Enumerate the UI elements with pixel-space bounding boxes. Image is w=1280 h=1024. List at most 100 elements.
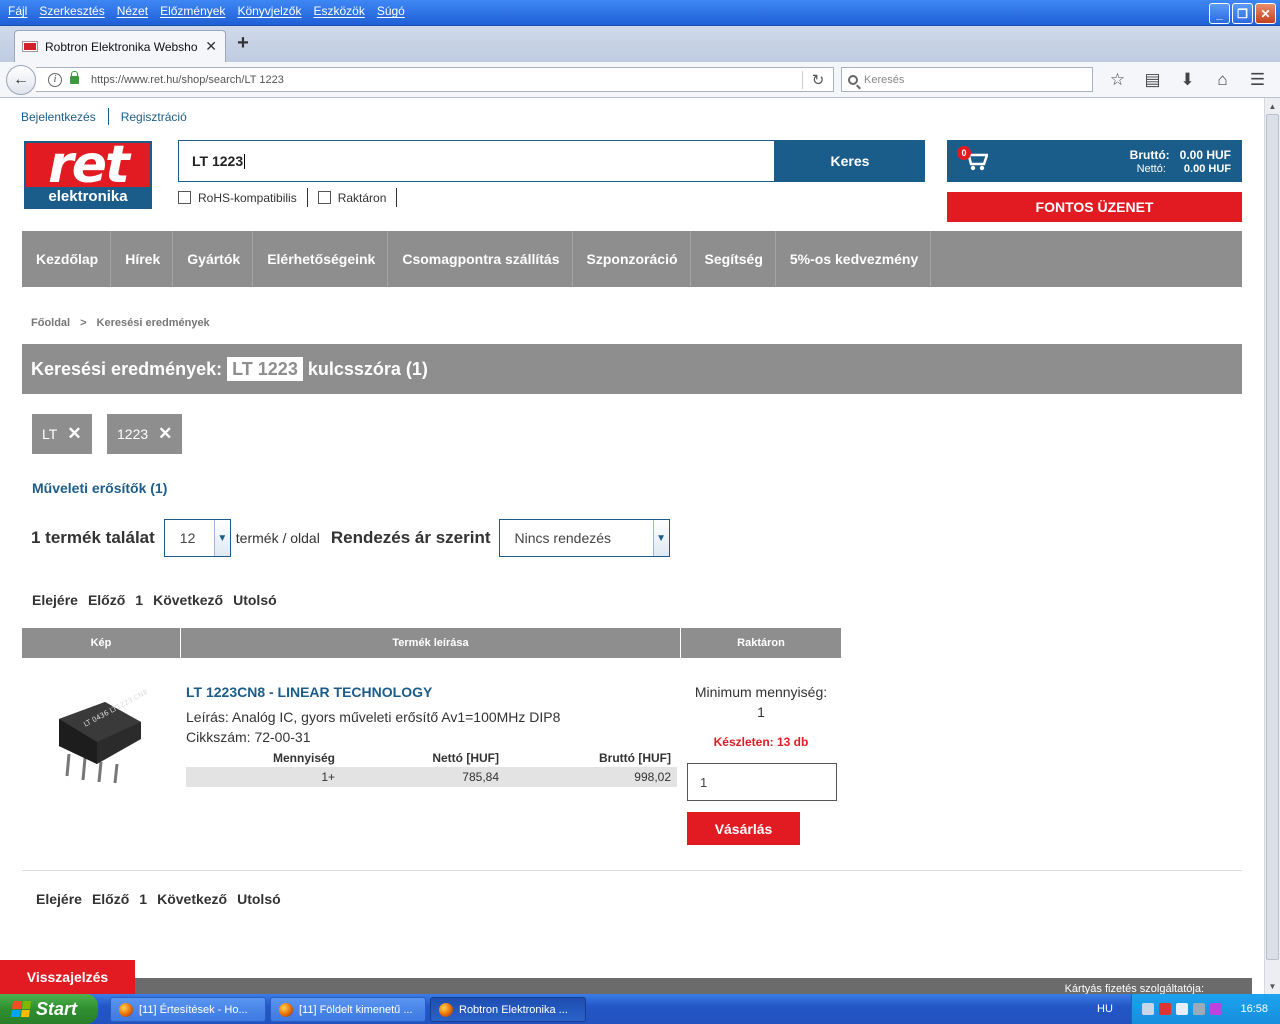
browser-search-input[interactable]: Keresés — [841, 67, 1093, 92]
taskbar-item[interactable]: [11] Értesítések - Ho... — [110, 997, 266, 1022]
pager-next[interactable]: Következő — [153, 592, 223, 608]
windows-taskbar: Start [11] Értesítések - Ho... [11] Föld… — [0, 994, 1280, 1024]
link-divider — [107, 108, 109, 125]
login-link[interactable]: Bejelentkezés — [21, 110, 96, 124]
restore-icon[interactable]: ❐ — [1232, 3, 1253, 24]
scroll-up-icon[interactable]: ▲ — [1265, 98, 1280, 114]
cart-net-value: 0.00 HUF — [1183, 163, 1231, 175]
search-button[interactable]: Keres — [775, 140, 925, 182]
per-page-select[interactable]: 12 ▼ — [163, 519, 231, 557]
device-icon[interactable] — [1193, 1003, 1205, 1015]
page-scrollbar[interactable]: ▲ ▼ — [1264, 98, 1280, 994]
nav-parcel-shipping[interactable]: Csomagpontra szállítás — [388, 231, 573, 287]
main-navigation: Kezdőlap Hírek Gyártók Elérhetőségeink C… — [22, 231, 1242, 287]
menu-history[interactable]: Előzmények — [154, 2, 231, 20]
pager-prev[interactable]: Előző — [88, 592, 125, 608]
search-icon — [848, 74, 858, 85]
site-logo[interactable]: ret elektronika — [24, 139, 152, 209]
pager-prev[interactable]: Előző — [92, 891, 129, 907]
system-tray: 16:58 — [1131, 994, 1280, 1024]
network-icon[interactable] — [1142, 1003, 1154, 1015]
app-tray-icon[interactable] — [1210, 1003, 1222, 1015]
back-icon[interactable]: ← — [6, 65, 36, 95]
logo-text: ret — [26, 139, 150, 191]
cart-net: Nettó: 0.00 HUF — [1137, 163, 1231, 175]
remove-tag-icon[interactable]: ✕ — [158, 424, 172, 444]
quantity-value: 1 — [700, 774, 708, 790]
nav-news[interactable]: Hírek — [111, 231, 174, 287]
in-stock-checkbox[interactable] — [317, 191, 331, 204]
browser-tab[interactable]: Robtron Elektronika Webshop ✕ — [14, 30, 226, 62]
hamburger-menu-icon[interactable]: ☰ — [1240, 68, 1275, 92]
results-header: Keresési eredmények: LT 1223 kulcsszóra … — [22, 344, 1242, 394]
pager-page[interactable]: 1 — [135, 592, 143, 608]
menu-tools[interactable]: Eszközök — [307, 2, 370, 20]
nav-sponsorship[interactable]: Szponzoráció — [573, 231, 691, 287]
scrollbar-thumb[interactable] — [1266, 114, 1279, 960]
menu-view[interactable]: Nézet — [111, 2, 154, 20]
reading-list-icon[interactable]: ▤ — [1135, 68, 1170, 92]
pager-last[interactable]: Utolsó — [237, 891, 281, 907]
pager-last[interactable]: Utolsó — [233, 592, 277, 608]
window-titlebar: Fájl Szerkesztés Nézet Előzmények Könyvj… — [0, 0, 1280, 26]
download-icon[interactable]: ⬇ — [1170, 68, 1205, 92]
product-search-input[interactable]: LT 1223 — [178, 140, 775, 182]
url-bar[interactable]: i https://www.ret.hu/shop/search/LT 1223… — [36, 67, 834, 92]
important-notice-button[interactable]: FONTOS ÜZENET — [947, 192, 1242, 222]
reload-icon[interactable]: ↻ — [803, 71, 833, 89]
filter-divider — [396, 188, 398, 207]
taskbar-item-active[interactable]: Robtron Elektronika ... — [430, 997, 586, 1022]
url-text[interactable]: https://www.ret.hu/shop/search/LT 1223 — [91, 74, 802, 86]
logo-subtext: elektronika — [26, 187, 150, 207]
taskbar-item[interactable]: [11] Földelt kimenetű ... — [270, 997, 426, 1022]
sort-select[interactable]: Nincs rendezés ▼ — [498, 519, 670, 557]
home-icon[interactable]: ⌂ — [1205, 68, 1240, 92]
breadcrumb-home[interactable]: Főoldal — [31, 317, 70, 329]
price-gross: 998,02 — [634, 770, 671, 784]
buy-button[interactable]: Vásárlás — [687, 812, 800, 845]
cart-gross-label: Bruttó: — [1129, 148, 1170, 162]
quantity-input[interactable]: 1 — [687, 763, 837, 801]
per-page-label: termék / oldal — [235, 530, 320, 546]
security-shield-icon[interactable] — [1159, 1003, 1171, 1015]
feedback-button[interactable]: Visszajelzés — [0, 960, 135, 994]
scroll-down-icon[interactable]: ▼ — [1265, 978, 1280, 994]
language-indicator[interactable]: HU — [1097, 1003, 1113, 1015]
nav-manufacturers[interactable]: Gyártók — [173, 231, 254, 287]
new-tab-icon[interactable]: + — [232, 32, 254, 54]
bookmark-star-icon[interactable]: ☆ — [1100, 68, 1135, 92]
remove-tag-icon[interactable]: ✕ — [67, 424, 81, 444]
site-info-icon[interactable]: i — [48, 72, 62, 87]
pager-next[interactable]: Következő — [157, 891, 227, 907]
volume-icon[interactable] — [1176, 1003, 1188, 1015]
rohs-checkbox[interactable] — [178, 191, 191, 204]
pager-page[interactable]: 1 — [139, 891, 147, 907]
chevron-down-icon: ▼ — [652, 520, 669, 556]
product-title-link[interactable]: LT 1223CN8 - LINEAR TECHNOLOGY — [186, 684, 432, 700]
nav-home[interactable]: Kezdőlap — [22, 231, 112, 287]
register-link[interactable]: Regisztráció — [121, 110, 187, 124]
category-link-opamps[interactable]: Műveleti erősítők (1) — [32, 480, 167, 496]
nav-help[interactable]: Segítség — [691, 231, 776, 287]
nav-contacts[interactable]: Elérhetőségeink — [253, 231, 389, 287]
pagination-bottom: Elejére Előző 1 Következő Utolsó — [36, 891, 281, 907]
menu-edit[interactable]: Szerkesztés — [33, 2, 110, 20]
minimize-icon[interactable]: _ — [1209, 3, 1230, 24]
tab-close-icon[interactable]: ✕ — [205, 38, 217, 55]
menu-help[interactable]: Súgó — [371, 2, 411, 20]
firefox-icon — [119, 1002, 133, 1017]
cart-summary[interactable]: 0 Bruttó: 0.00 HUF Nettó: 0.00 HUF — [947, 140, 1242, 182]
nav-discount[interactable]: 5%-os kedvezmény — [776, 231, 932, 287]
pager-first[interactable]: Elejére — [32, 592, 78, 608]
start-button[interactable]: Start — [0, 994, 98, 1024]
clock[interactable]: 16:58 — [1240, 1003, 1268, 1015]
menu-bookmarks[interactable]: Könyvjelzők — [231, 2, 307, 20]
search-filters: RoHS-kompatibilis Raktáron — [178, 188, 407, 207]
menu-bar: Fájl Szerkesztés Nézet Előzmények Könyvj… — [0, 0, 411, 22]
firefox-icon — [439, 1002, 453, 1017]
close-icon[interactable]: ✕ — [1255, 3, 1276, 24]
product-image[interactable]: LT 0436 LT1223 CN8 — [45, 684, 155, 784]
pager-first[interactable]: Elejére — [36, 891, 82, 907]
menu-file[interactable]: Fájl — [2, 2, 33, 20]
card-payment-text: Kártyás fizetés szolgáltatója: — [1064, 983, 1204, 994]
